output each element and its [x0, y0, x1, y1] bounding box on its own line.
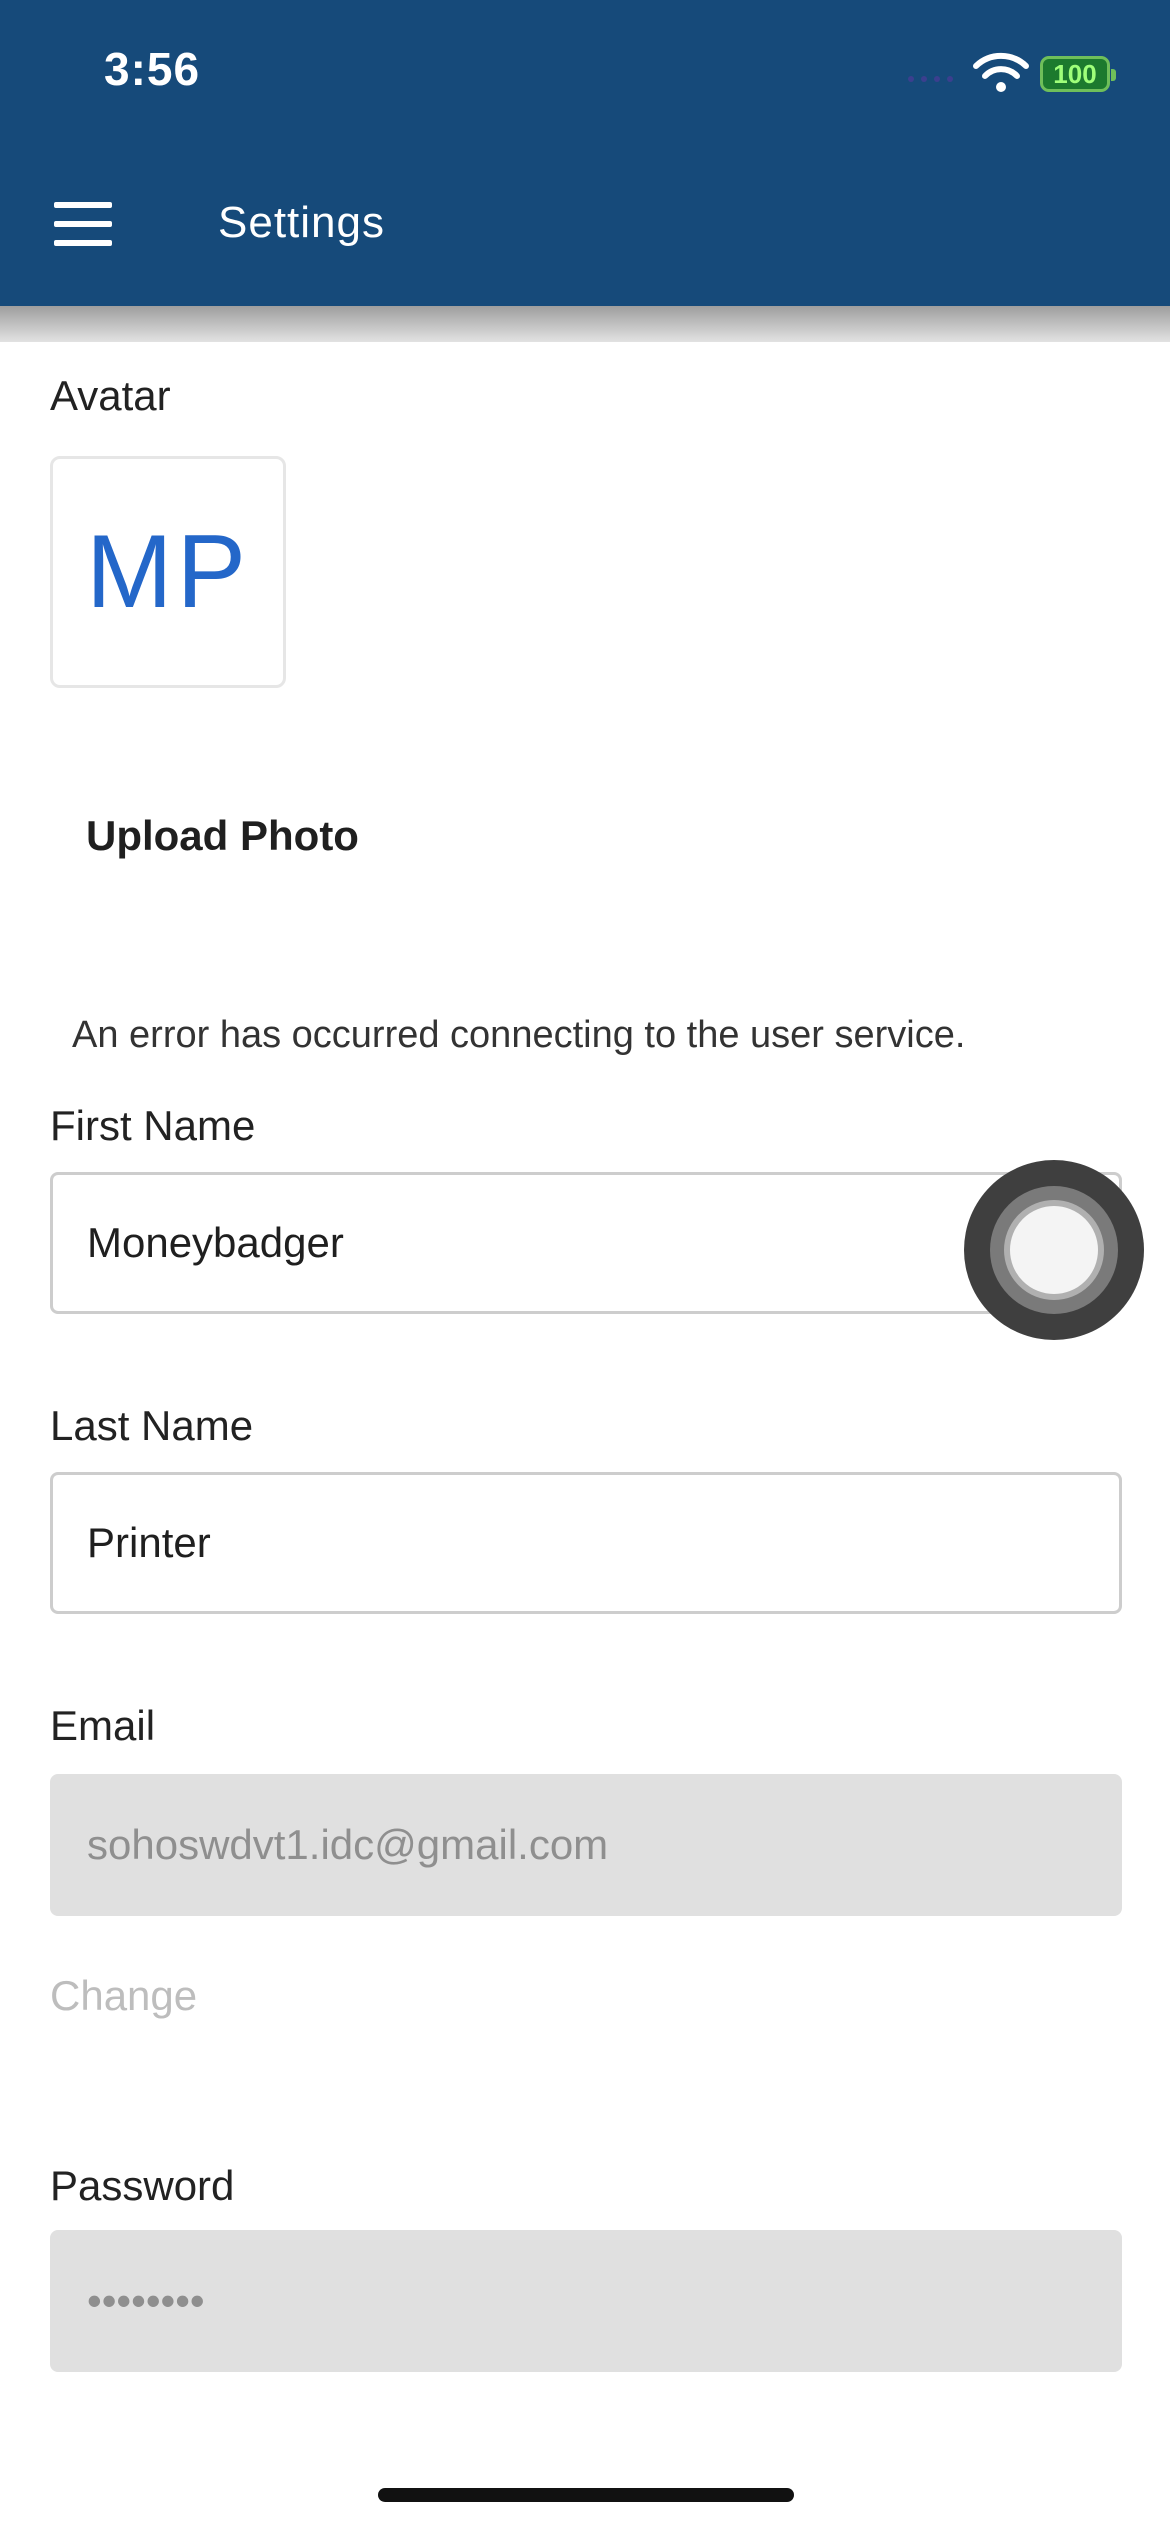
- last-name-field[interactable]: [50, 1472, 1122, 1614]
- avatar-initials: MP: [86, 513, 250, 630]
- status-time: 3:56: [104, 43, 201, 95]
- avatar-label: Avatar: [50, 372, 171, 419]
- cellular-signal-icon: [908, 76, 953, 82]
- first-name-field[interactable]: [50, 1172, 1122, 1314]
- email-label: Email: [50, 1702, 156, 1749]
- upload-photo-button[interactable]: Upload Photo: [86, 812, 359, 860]
- first-name-label: First Name: [50, 1102, 256, 1149]
- password-field: [50, 2230, 1122, 2372]
- wifi-icon: [973, 52, 1029, 92]
- header-shadow: [0, 306, 1170, 342]
- change-email-link[interactable]: Change: [50, 1972, 197, 2020]
- app-header: 3:56 100 Settings: [0, 0, 1170, 306]
- home-indicator[interactable]: [378, 2488, 794, 2502]
- password-label: Password: [50, 2162, 235, 2209]
- email-field: [50, 1774, 1122, 1916]
- last-name-label: Last Name: [50, 1402, 254, 1449]
- error-message: An error has occurred connecting to the …: [72, 1014, 966, 1056]
- touch-indicator: [964, 1160, 1144, 1340]
- page-title: Settings: [218, 198, 385, 247]
- avatar: MP: [50, 456, 286, 688]
- hamburger-menu-icon[interactable]: [54, 202, 112, 246]
- battery-icon: 100: [1040, 56, 1116, 92]
